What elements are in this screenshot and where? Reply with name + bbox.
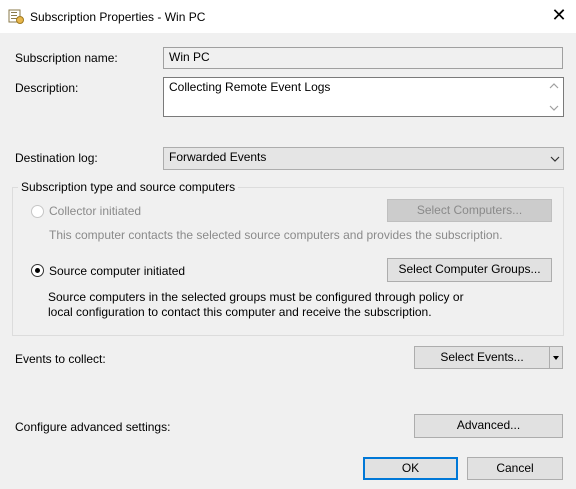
collector-info-text: This computer contacts the selected sour…	[49, 228, 503, 242]
subscription-name-field[interactable]: Win PC	[163, 47, 563, 69]
description-field[interactable]: Collecting Remote Event Logs	[163, 77, 564, 117]
destination-log-value: Forwarded Events	[169, 150, 267, 164]
events-to-collect-label: Events to collect:	[15, 352, 106, 366]
destination-log-label: Destination log:	[15, 151, 98, 165]
subscription-type-group-title: Subscription type and source computers	[18, 180, 239, 194]
select-events-dropdown-button[interactable]	[549, 346, 563, 369]
subscription-app-icon	[8, 9, 24, 24]
destination-log-dropdown[interactable]: Forwarded Events	[163, 147, 564, 170]
chevron-down-icon	[550, 156, 560, 162]
description-text: Collecting Remote Event Logs	[169, 80, 331, 94]
source-info-line-1: Source computers in the selected groups …	[48, 290, 464, 304]
select-computer-groups-button[interactable]: Select Computer Groups...	[387, 258, 552, 282]
window-title: Subscription Properties - Win PC	[30, 10, 206, 24]
collector-initiated-label: Collector initiated	[49, 204, 142, 218]
source-info-line-2: local configuration to contact this comp…	[48, 305, 432, 319]
select-events-button[interactable]: Select Events...	[414, 346, 550, 369]
caret-down-icon	[553, 356, 559, 360]
subscription-name-label: Subscription name:	[15, 51, 118, 65]
collector-initiated-radio[interactable]	[31, 205, 44, 218]
close-icon[interactable]: ✕	[548, 4, 570, 26]
cancel-button[interactable]: Cancel	[467, 457, 563, 480]
select-computers-button[interactable]: Select Computers...	[387, 199, 552, 222]
advanced-button[interactable]: Advanced...	[414, 414, 563, 438]
source-initiated-radio[interactable]	[31, 264, 44, 277]
ok-button[interactable]: OK	[363, 457, 458, 480]
advanced-settings-label: Configure advanced settings:	[15, 420, 171, 434]
description-label: Description:	[15, 81, 79, 95]
description-scroll-arrows-icon[interactable]	[548, 81, 560, 113]
source-initiated-label: Source computer initiated	[49, 264, 186, 278]
